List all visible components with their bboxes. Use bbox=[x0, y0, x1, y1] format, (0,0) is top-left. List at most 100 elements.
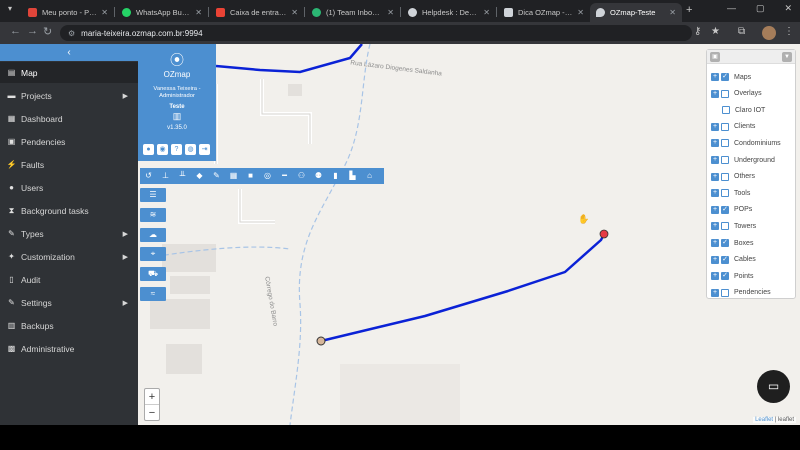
expand-plus-icon[interactable]: + bbox=[711, 172, 719, 181]
square-icon[interactable]: ■ bbox=[242, 168, 259, 184]
expand-plus-icon[interactable]: + bbox=[711, 288, 719, 297]
expand-plus-icon[interactable]: + bbox=[711, 73, 719, 81]
layer-checkbox[interactable]: ✓ bbox=[721, 205, 729, 214]
sidebar-item-faults[interactable]: ⚡ Faults bbox=[0, 154, 138, 175]
profile-icon[interactable]: ● bbox=[143, 144, 154, 155]
sidebar-item-audit[interactable]: ▯ Audit bbox=[0, 269, 138, 290]
zoom-in-button[interactable]: + bbox=[145, 389, 159, 405]
expand-plus-icon[interactable]: + bbox=[711, 156, 719, 164]
profile-avatar[interactable] bbox=[762, 26, 776, 40]
expand-plus-icon[interactable]: + bbox=[711, 239, 719, 247]
layer-checkbox[interactable] bbox=[721, 222, 729, 231]
layer-checkbox[interactable]: ✓ bbox=[721, 239, 729, 247]
site-info-icon[interactable]: ⚙ bbox=[68, 29, 75, 38]
back-arrow-icon[interactable]: ← bbox=[10, 25, 21, 37]
tab-close-icon[interactable]: ✕ bbox=[577, 8, 584, 17]
minimize-icon[interactable]: — bbox=[727, 3, 736, 14]
layer-item[interactable]: + Tools bbox=[711, 187, 750, 199]
sidebar-item-customization[interactable]: ✦ Customization ▶ bbox=[0, 246, 138, 267]
expand-plus-icon[interactable]: + bbox=[711, 205, 719, 214]
address-bar[interactable]: ⚙ maria-teixeira.ozmap.com.br:9994 bbox=[60, 25, 692, 41]
layer-item[interactable]: + Clients bbox=[711, 121, 755, 133]
lock-icon[interactable]: ▣ bbox=[710, 52, 720, 62]
expand-plus-icon[interactable]: + bbox=[711, 189, 719, 198]
expand-plus-icon[interactable]: + bbox=[711, 222, 719, 231]
forward-arrow-icon[interactable]: → bbox=[27, 25, 38, 37]
browser-tab[interactable]: Dica OZmap - Docu ✕ bbox=[498, 3, 590, 22]
filter-icon[interactable]: ▼ bbox=[782, 52, 792, 62]
extensions-icon[interactable]: ⧉ bbox=[738, 26, 745, 37]
layer-item[interactable]: + Condominiums bbox=[711, 137, 781, 149]
expand-plus-icon[interactable]: + bbox=[711, 255, 719, 264]
expand-plus-icon[interactable]: + bbox=[711, 139, 719, 148]
browser-tab[interactable]: WhatsApp Business ✕ bbox=[116, 3, 208, 22]
expand-plus-icon[interactable]: + bbox=[711, 89, 719, 98]
browser-tab[interactable]: (1) Team Inbox : Fres ✕ bbox=[306, 3, 400, 22]
layer-item[interactable]: + Towers bbox=[711, 220, 756, 232]
cable-icon[interactable]: ━ bbox=[276, 168, 293, 184]
sidebar-item-dashboard[interactable]: ▦ Dashboard bbox=[0, 108, 138, 129]
layer-checkbox[interactable] bbox=[721, 89, 729, 98]
pencil-icon[interactable]: ✎ bbox=[208, 168, 225, 184]
sidebar-collapse-button[interactable]: ‹ bbox=[0, 44, 138, 61]
layer-checkbox[interactable] bbox=[721, 122, 729, 131]
sidebar-item-settings[interactable]: ✎ Settings ▶ bbox=[0, 292, 138, 313]
target-icon[interactable]: ◎ bbox=[259, 168, 276, 184]
tab-close-icon[interactable]: ✕ bbox=[387, 8, 394, 17]
layer-checkbox[interactable]: ✓ bbox=[721, 255, 729, 264]
bookmark-star-icon[interactable]: ★ bbox=[711, 26, 720, 37]
zoom-out-button[interactable]: − bbox=[145, 405, 159, 421]
close-window-icon[interactable]: ✕ bbox=[784, 3, 792, 14]
layer-checkbox[interactable] bbox=[721, 189, 729, 198]
layer-checkbox[interactable] bbox=[721, 172, 729, 181]
pole-icon[interactable]: ⊥ bbox=[157, 168, 174, 184]
chat-support-button[interactable]: ▭ bbox=[757, 370, 790, 403]
layers-button[interactable]: ≋ bbox=[140, 208, 166, 222]
reload-icon[interactable]: ↻ bbox=[43, 25, 52, 38]
undo-icon[interactable]: ↺ bbox=[140, 168, 157, 184]
logout-icon[interactable]: ⇥ bbox=[199, 144, 210, 155]
browser-tab[interactable]: Meu ponto - Ponton ✕ bbox=[22, 3, 114, 22]
sidebar-item-projects[interactable]: ▬ Projects ▶ bbox=[0, 85, 138, 106]
layer-item[interactable]: Claro IOT bbox=[722, 104, 765, 116]
new-tab-button[interactable]: + bbox=[686, 4, 692, 16]
leaflet-link[interactable]: Leaflet bbox=[755, 417, 773, 423]
sidebar-item-users[interactable]: ● Users bbox=[0, 177, 138, 198]
pop-icon[interactable]: ⌂ bbox=[361, 168, 378, 184]
location-pin-button[interactable]: ⌖ bbox=[140, 247, 166, 261]
layer-item[interactable]: + ✓ Points bbox=[711, 270, 753, 282]
language-icon[interactable]: ◉ bbox=[157, 144, 168, 155]
cloud-upload-button[interactable]: ☁ bbox=[140, 228, 166, 242]
tab-close-icon[interactable]: ✕ bbox=[291, 8, 298, 17]
sidebar-item-administrative[interactable]: ▩ Administrative bbox=[0, 338, 138, 359]
sidebar-item-background-tasks[interactable]: ⧗ Background tasks bbox=[0, 200, 138, 221]
vehicle-button[interactable]: ⛟ bbox=[140, 267, 166, 281]
box-icon[interactable]: ◆ bbox=[191, 168, 208, 184]
client-pin-icon[interactable]: ⚉ bbox=[310, 168, 327, 184]
menu-dots-icon[interactable]: ⋮ bbox=[784, 26, 794, 37]
poles-icon[interactable]: ╨ bbox=[174, 168, 191, 184]
chat-icon[interactable]: ◍ bbox=[185, 144, 196, 155]
project-book-icon[interactable]: ▥ bbox=[138, 111, 216, 122]
layer-item[interactable]: + ✓ Boxes bbox=[711, 237, 753, 249]
layer-checkbox[interactable] bbox=[721, 156, 729, 164]
tab-close-icon[interactable]: ✕ bbox=[483, 8, 490, 17]
layer-item[interactable]: + Pendencies bbox=[711, 287, 771, 299]
browser-tab[interactable]: Caixa de entrada - m ✕ bbox=[210, 3, 304, 22]
add-client-icon[interactable]: ⚇ bbox=[293, 168, 310, 184]
password-key-icon[interactable]: ⚷ bbox=[694, 26, 701, 37]
tab-list-icon[interactable]: ▾ bbox=[8, 4, 12, 13]
layer-checkbox[interactable] bbox=[722, 106, 730, 115]
tab-close-icon[interactable]: ✕ bbox=[101, 8, 108, 17]
wifi-button[interactable]: ≈ bbox=[140, 287, 166, 301]
sidebar-item-map[interactable]: ▤ Map bbox=[0, 62, 138, 83]
layer-checkbox[interactable]: ✓ bbox=[721, 272, 729, 281]
building-icon[interactable]: ▮ bbox=[327, 168, 344, 184]
layer-checkbox[interactable] bbox=[721, 139, 729, 148]
layer-checkbox[interactable] bbox=[721, 288, 729, 297]
browser-tab-active[interactable]: OZmap-Teste ✕ bbox=[590, 3, 682, 22]
layer-item[interactable]: + Underground bbox=[711, 154, 775, 166]
expand-plus-icon[interactable]: + bbox=[711, 272, 719, 281]
sidebar-item-types[interactable]: ✎ Types ▶ bbox=[0, 223, 138, 244]
list-menu-button[interactable]: ☰ bbox=[140, 188, 166, 202]
